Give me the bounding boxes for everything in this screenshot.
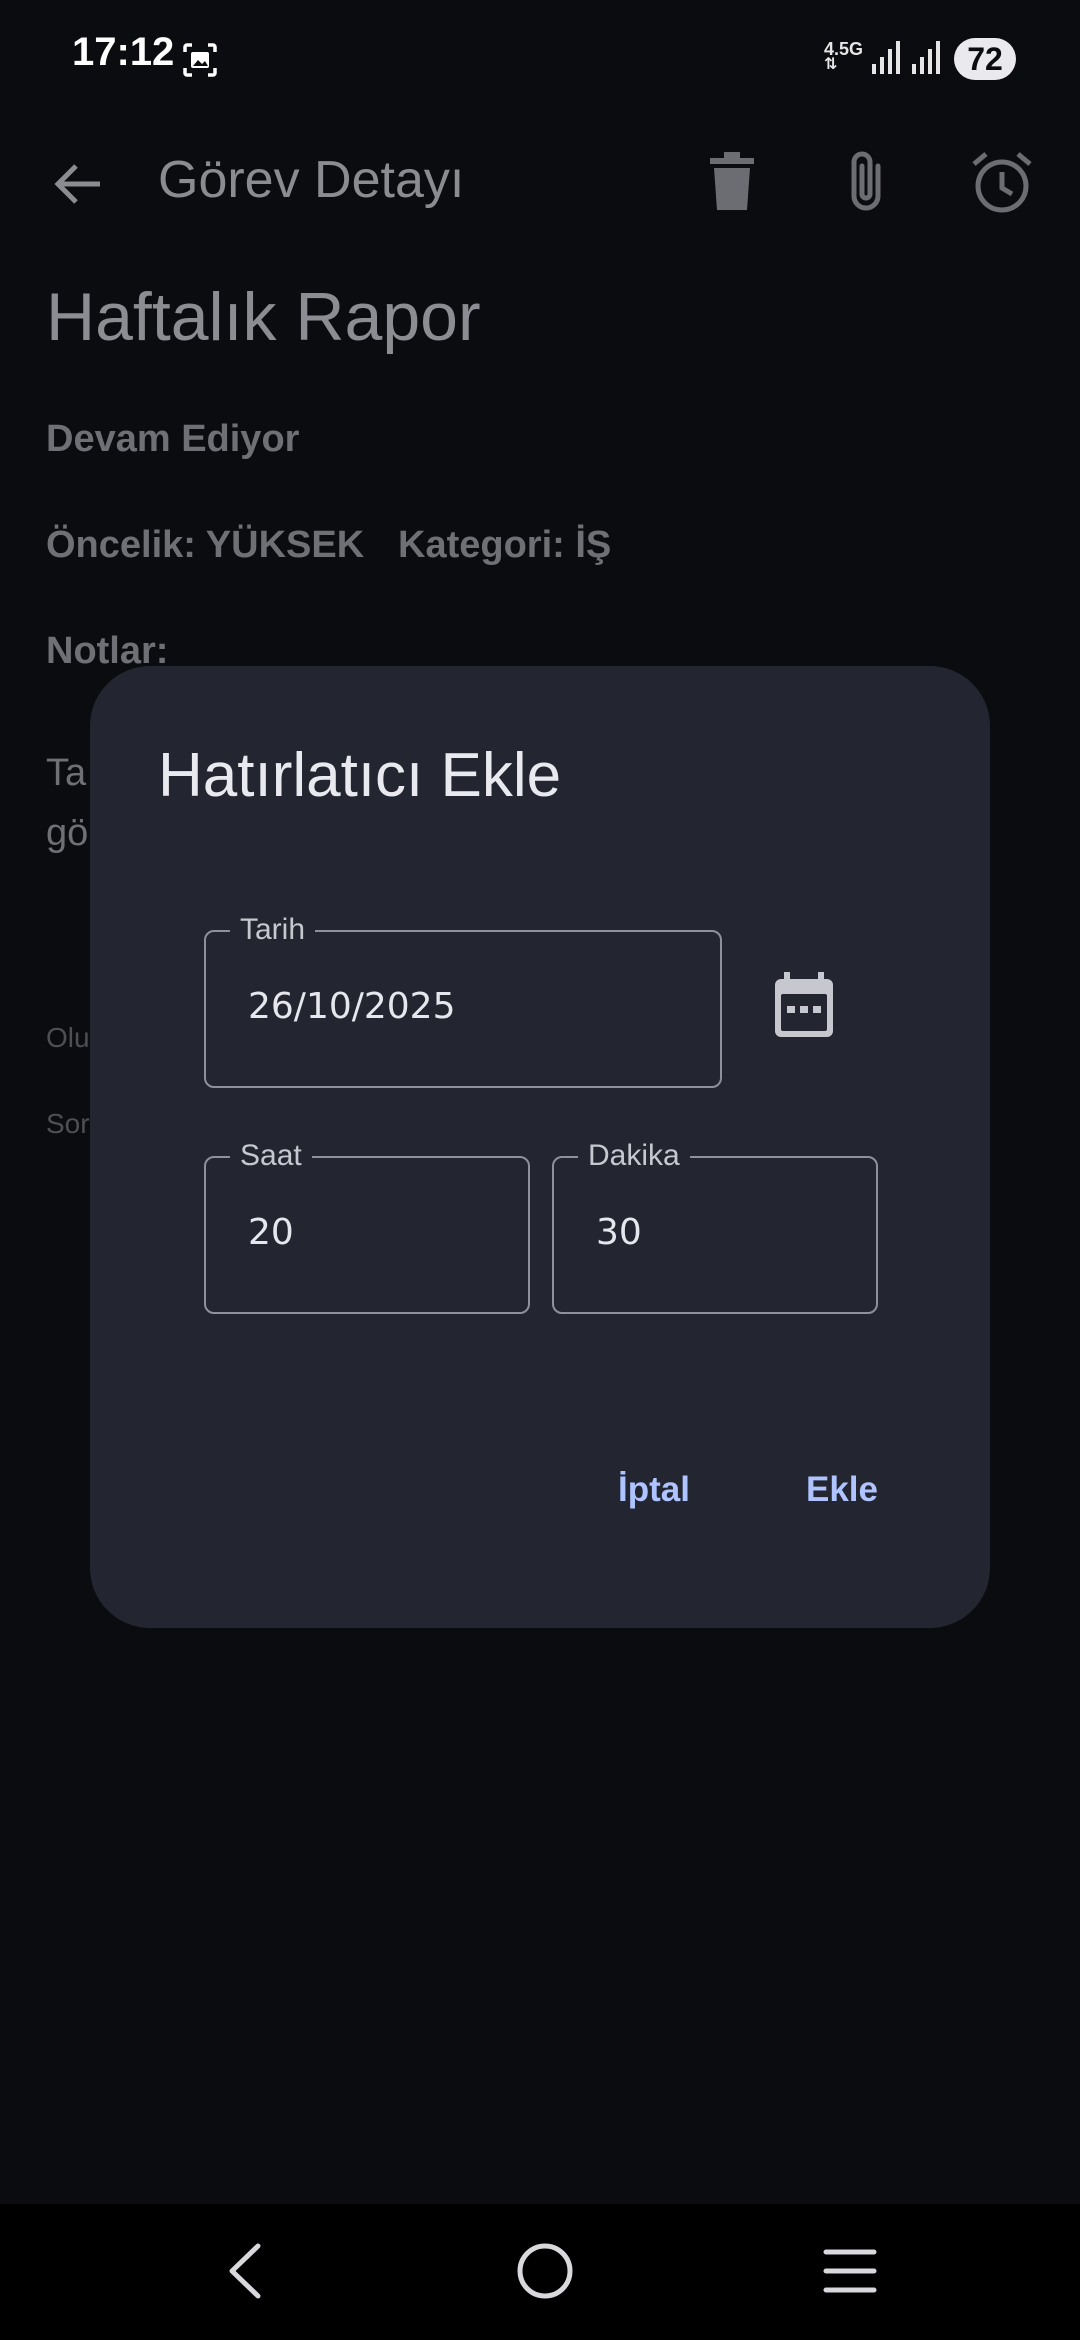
date-field-label: Tarih bbox=[230, 910, 316, 950]
page-title: Görev Detayı bbox=[158, 151, 465, 209]
signal-icon bbox=[912, 41, 940, 74]
task-title: Haftalık Rapor bbox=[46, 279, 481, 355]
date-field[interactable]: Tarih 26/10/2025 bbox=[204, 910, 722, 1088]
minute-field-value[interactable]: 30 bbox=[596, 1212, 642, 1253]
add-button[interactable]: Ekle bbox=[806, 1470, 878, 1510]
minute-field[interactable]: Dakika 30 bbox=[552, 1136, 878, 1314]
notes-text: gö bbox=[46, 812, 89, 854]
cancel-button[interactable]: İptal bbox=[618, 1470, 690, 1510]
updated-date-text: Sor bbox=[46, 1108, 90, 1139]
nav-back-icon[interactable] bbox=[218, 2240, 274, 2302]
hour-field-value[interactable]: 20 bbox=[248, 1212, 294, 1253]
back-arrow-icon[interactable] bbox=[52, 158, 104, 210]
date-field-value[interactable]: 26/10/2025 bbox=[248, 986, 456, 1027]
nav-home-icon[interactable] bbox=[514, 2240, 576, 2302]
trash-icon[interactable] bbox=[706, 150, 758, 212]
hour-field[interactable]: Saat 20 bbox=[204, 1136, 530, 1314]
add-reminder-dialog: Hatırlatıcı Ekle Tarih 26/10/2025 Saat 2… bbox=[90, 666, 990, 1628]
battery-indicator: 72 bbox=[954, 38, 1016, 80]
alarm-clock-icon[interactable] bbox=[970, 150, 1034, 214]
task-category: Kategori: İŞ bbox=[398, 524, 612, 566]
calendar-icon[interactable] bbox=[770, 972, 838, 1040]
created-date-text: Olu bbox=[46, 1022, 90, 1053]
paperclip-icon[interactable] bbox=[840, 150, 896, 214]
minute-field-label: Dakika bbox=[578, 1136, 690, 1176]
network-type: 4.5G ⇅ bbox=[824, 39, 864, 73]
nav-menu-icon[interactable] bbox=[822, 2244, 878, 2298]
hour-field-label: Saat bbox=[230, 1136, 312, 1176]
status-time: 17:12 bbox=[72, 30, 175, 74]
task-priority: Öncelik: YÜKSEK bbox=[46, 524, 365, 566]
dialog-title: Hatırlatıcı Ekle bbox=[158, 741, 562, 810]
notes-text: Ta bbox=[46, 752, 87, 794]
signal-icon bbox=[872, 41, 900, 74]
task-status: Devam Ediyor bbox=[46, 418, 300, 460]
screenshot-icon bbox=[183, 43, 217, 77]
